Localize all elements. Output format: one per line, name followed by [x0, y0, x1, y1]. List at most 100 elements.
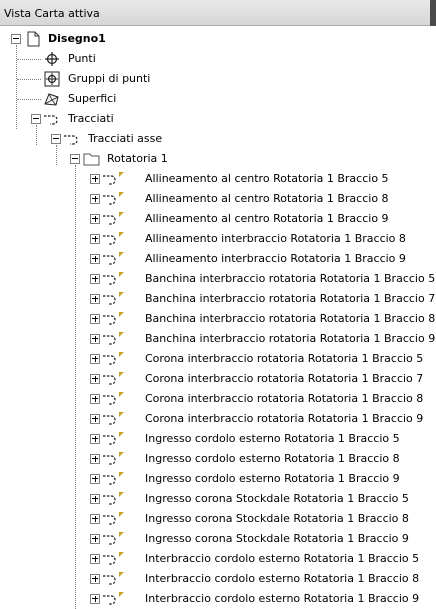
tree-node-label: Ingresso corona Stockdale Rotatoria 1 Br…: [145, 512, 409, 525]
tree-node-root[interactable]: Disegno1: [0, 29, 436, 49]
expand-toggle[interactable]: [90, 194, 100, 204]
expand-toggle[interactable]: [90, 274, 100, 284]
tree-node-label: Allineamento interbraccio Rotatoria 1 Br…: [145, 252, 406, 265]
alignment-item[interactable]: Banchina interbraccio rotatoria Rotatori…: [0, 269, 436, 289]
tree-node-label: Gruppi di punti: [68, 72, 151, 85]
expand-toggle[interactable]: [90, 474, 100, 484]
alignment-item[interactable]: Corona interbraccio rotatoria Rotatoria …: [0, 409, 436, 429]
alignment-item[interactable]: Ingresso corona Stockdale Rotatoria 1 Br…: [0, 509, 436, 529]
expand-toggle[interactable]: [90, 294, 100, 304]
alignment-item[interactable]: Interbraccio cordolo esterno Rotatoria 1…: [0, 569, 436, 589]
flag-icon: [118, 370, 126, 386]
expand-toggle[interactable]: [90, 434, 100, 444]
folder-icon: [83, 151, 101, 167]
expand-toggle[interactable]: [90, 374, 100, 384]
alignment-item[interactable]: Ingresso cordolo esterno Rotatoria 1 Bra…: [0, 429, 436, 449]
flag-icon: [118, 310, 126, 326]
tree-guide: [17, 99, 41, 100]
window-title: Vista Carta attiva: [4, 7, 100, 20]
flag-icon: [118, 470, 126, 486]
expand-toggle[interactable]: [90, 314, 100, 324]
tree-node-label: Ingresso cordolo esterno Rotatoria 1 Bra…: [145, 452, 400, 465]
tree-node-label: Rotatoria 1: [107, 152, 168, 165]
expand-toggle[interactable]: [90, 334, 100, 344]
expand-toggle[interactable]: [90, 234, 100, 244]
expand-toggle[interactable]: [90, 594, 100, 604]
alignment-icon: [63, 131, 81, 147]
alignment-item[interactable]: Banchina interbraccio rotatoria Rotatori…: [0, 329, 436, 349]
expand-toggle[interactable]: [90, 534, 100, 544]
collapse-toggle[interactable]: [70, 154, 80, 164]
flag-icon: [118, 390, 126, 406]
tree-node-label: Allineamento al centro Rotatoria 1 Bracc…: [145, 192, 389, 205]
window-titlebar: Vista Carta attiva: [0, 0, 436, 26]
alignment-icon: [43, 111, 61, 127]
tree-guide: [17, 59, 41, 60]
flag-icon: [118, 190, 126, 206]
flag-icon: [118, 350, 126, 366]
alignment-item[interactable]: Corona interbraccio rotatoria Rotatoria …: [0, 349, 436, 369]
alignment-item[interactable]: Banchina interbraccio rotatoria Rotatori…: [0, 289, 436, 309]
alignment-item[interactable]: Allineamento al centro Rotatoria 1 Bracc…: [0, 169, 436, 189]
alignment-item[interactable]: Corona interbraccio rotatoria Rotatoria …: [0, 369, 436, 389]
tree-node-label: Superfici: [68, 92, 117, 105]
expand-toggle[interactable]: [90, 354, 100, 364]
expand-toggle[interactable]: [90, 254, 100, 264]
collapse-toggle[interactable]: [51, 134, 61, 144]
tree-node-folder[interactable]: Rotatoria 1: [0, 149, 436, 169]
alignment-item[interactable]: Banchina interbraccio rotatoria Rotatori…: [0, 309, 436, 329]
expand-toggle[interactable]: [90, 174, 100, 184]
expand-toggle[interactable]: [90, 414, 100, 424]
flag-icon: [118, 510, 126, 526]
tree-guide: [17, 79, 41, 80]
flag-icon: [118, 550, 126, 566]
tree-node-label: Corona interbraccio rotatoria Rotatoria …: [145, 372, 424, 385]
tree-node-gruppi-di-punti[interactable]: Gruppi di punti: [0, 69, 436, 89]
flag-icon: [118, 250, 126, 266]
tree-node-label: Allineamento al centro Rotatoria 1 Bracc…: [145, 172, 389, 185]
flag-icon: [118, 230, 126, 246]
expand-toggle[interactable]: [90, 214, 100, 224]
tree-node-label: Banchina interbraccio rotatoria Rotatori…: [145, 332, 436, 345]
alignment-item[interactable]: Ingresso corona Stockdale Rotatoria 1 Br…: [0, 489, 436, 509]
alignment-item[interactable]: Allineamento al centro Rotatoria 1 Bracc…: [0, 189, 436, 209]
alignment-item[interactable]: Corona interbraccio rotatoria Rotatoria …: [0, 389, 436, 409]
flag-icon: [118, 210, 126, 226]
flag-icon: [118, 590, 126, 606]
prospector-tree[interactable]: Disegno1 Punti Gruppi di punti Superfici…: [0, 27, 436, 609]
alignment-item[interactable]: Ingresso corona Stockdale Rotatoria 1 Br…: [0, 529, 436, 549]
surface-icon: [43, 91, 61, 107]
alignment-item[interactable]: Allineamento interbraccio Rotatoria 1 Br…: [0, 229, 436, 249]
flag-icon: [118, 410, 126, 426]
expand-toggle[interactable]: [90, 454, 100, 464]
tree-node-label: Corona interbraccio rotatoria Rotatoria …: [145, 352, 424, 365]
drawing-icon: [24, 31, 42, 47]
expand-toggle[interactable]: [90, 574, 100, 584]
tree-node-label: Corona interbraccio rotatoria Rotatoria …: [145, 412, 424, 425]
alignment-item[interactable]: Interbraccio cordolo esterno Rotatoria 1…: [0, 589, 436, 609]
tree-node-tracciati-asse[interactable]: Tracciati asse: [0, 129, 436, 149]
expand-toggle[interactable]: [90, 394, 100, 404]
point-group-icon: [43, 71, 61, 87]
flag-icon: [118, 430, 126, 446]
flag-icon: [118, 170, 126, 186]
tree-node-tracciati[interactable]: Tracciati: [0, 109, 436, 129]
alignment-item[interactable]: Allineamento al centro Rotatoria 1 Bracc…: [0, 209, 436, 229]
tree-node-label: Ingresso corona Stockdale Rotatoria 1 Br…: [145, 532, 409, 545]
alignment-item[interactable]: Allineamento interbraccio Rotatoria 1 Br…: [0, 249, 436, 269]
point-icon: [43, 51, 61, 67]
expand-toggle[interactable]: [90, 514, 100, 524]
alignment-item[interactable]: Ingresso cordolo esterno Rotatoria 1 Bra…: [0, 449, 436, 469]
alignment-item[interactable]: Interbraccio cordolo esterno Rotatoria 1…: [0, 549, 436, 569]
tree-node-label: Interbraccio cordolo esterno Rotatoria 1…: [145, 552, 420, 565]
expand-toggle[interactable]: [90, 494, 100, 504]
collapse-toggle[interactable]: [31, 114, 41, 124]
alignment-item[interactable]: Ingresso cordolo esterno Rotatoria 1 Bra…: [0, 469, 436, 489]
tree-node-punti[interactable]: Punti: [0, 49, 436, 69]
flag-icon: [118, 270, 126, 286]
tree-node-label: Disegno1: [48, 32, 106, 45]
tree-node-superfici[interactable]: Superfici: [0, 89, 436, 109]
collapse-toggle[interactable]: [11, 34, 21, 44]
tree-node-label: Ingresso cordolo esterno Rotatoria 1 Bra…: [145, 472, 400, 485]
expand-toggle[interactable]: [90, 554, 100, 564]
